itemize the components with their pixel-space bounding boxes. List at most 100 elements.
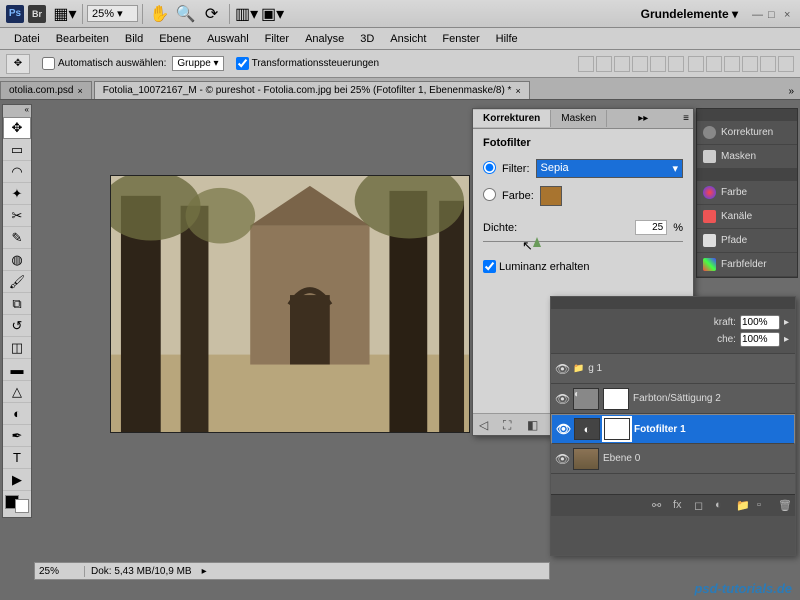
toolbox-collapse-icon[interactable]: « <box>3 105 31 117</box>
path-select-tool[interactable]: ▶ <box>3 469 31 491</box>
dock-farbfelder[interactable]: Farbfelder <box>697 253 797 277</box>
adjustment-layer-icon[interactable]: ◐ <box>715 499 728 512</box>
arrange-docs-icon[interactable]: ▥▾ <box>236 4 258 24</box>
menu-fenster[interactable]: Fenster <box>434 33 487 45</box>
tabs-overflow-icon[interactable]: » <box>782 84 800 99</box>
color-swatches[interactable] <box>5 495 29 513</box>
link-layers-icon[interactable]: ⚯ <box>652 499 665 512</box>
visibility-toggle-icon[interactable]: 👁 <box>555 362 569 376</box>
panel-menu-icon[interactable]: ≡ <box>679 113 693 124</box>
align-icon[interactable] <box>578 56 594 72</box>
layer-thumb[interactable] <box>573 448 599 470</box>
layer-fx-icon[interactable]: fx <box>673 499 686 512</box>
fill-stepper-icon[interactable]: ▸ <box>784 334 789 345</box>
expand-view-icon[interactable]: ⛶ <box>503 418 517 432</box>
align-icon[interactable] <box>632 56 648 72</box>
close-tab-icon[interactable]: × <box>77 86 82 96</box>
magic-wand-tool[interactable]: ✦ <box>3 183 31 205</box>
zoom-select[interactable]: 25% ▾ <box>87 5 138 22</box>
layout-dropdown-icon[interactable]: ▦▾ <box>54 4 76 24</box>
dock-farbe[interactable]: Farbe <box>697 181 797 205</box>
dichte-slider[interactable] <box>483 241 683 242</box>
document-canvas[interactable] <box>110 175 470 433</box>
dock-korrekturen[interactable]: Korrekturen <box>697 121 797 145</box>
blur-tool[interactable]: △ <box>3 381 31 403</box>
pen-tool[interactable]: ✒ <box>3 425 31 447</box>
farbe-radio[interactable] <box>483 188 496 204</box>
color-swatch[interactable] <box>540 186 562 206</box>
opacity-stepper-icon[interactable]: ▸ <box>784 317 789 328</box>
align-icon[interactable] <box>614 56 630 72</box>
panel-collapse-icon[interactable] <box>551 297 795 309</box>
mask-thumb[interactable] <box>603 388 629 410</box>
visibility-toggle-icon[interactable]: 👁 <box>555 392 569 406</box>
menu-ansicht[interactable]: Ansicht <box>382 33 434 45</box>
lasso-tool[interactable]: ◠ <box>3 161 31 183</box>
clip-icon[interactable]: ◧ <box>527 418 541 432</box>
eraser-tool[interactable]: ◫ <box>3 337 31 359</box>
move-tool-indicator[interactable]: ✥ <box>6 54 30 74</box>
tab-korrekturen[interactable]: Korrekturen <box>473 110 551 127</box>
delete-layer-icon[interactable]: 🗑 <box>778 499 791 512</box>
layer-group-row[interactable]: 👁 📁 g 1 <box>551 354 795 384</box>
menu-analyse[interactable]: Analyse <box>297 33 352 45</box>
mask-thumb-selected[interactable] <box>604 418 630 440</box>
document-tab[interactable]: otolia.com.psd× <box>0 81 92 99</box>
maximize-icon[interactable]: □ <box>768 9 778 19</box>
move-tool[interactable]: ✥ <box>3 117 31 139</box>
hand-tool-icon[interactable]: ✋ <box>149 4 171 24</box>
layer-row[interactable]: 👁 Ebene 0 <box>551 444 795 474</box>
type-tool[interactable]: T <box>3 447 31 469</box>
filter-dropdown[interactable]: Sepia▾ <box>536 159 684 178</box>
align-icon[interactable] <box>596 56 612 72</box>
zoom-tool-icon[interactable]: 🔍 <box>175 4 197 24</box>
dock-masken[interactable]: Masken <box>697 145 797 169</box>
gradient-tool[interactable]: ▬ <box>3 359 31 381</box>
menu-auswahl[interactable]: Auswahl <box>199 33 257 45</box>
history-brush-tool[interactable]: ↺ <box>3 315 31 337</box>
align-icon[interactable] <box>650 56 666 72</box>
workspace-switcher[interactable]: Grundelemente ▾ <box>641 7 742 21</box>
layer-row[interactable]: 👁 ◐ Farbton/Sättigung 2 <box>551 384 795 414</box>
opacity-input[interactable] <box>740 315 780 330</box>
info-dropdown-icon[interactable]: ▸ <box>202 566 207 577</box>
ps-icon[interactable]: Ps <box>6 5 24 23</box>
group-icon[interactable]: 📁 <box>736 499 749 512</box>
fill-input[interactable] <box>740 332 780 347</box>
filter-radio[interactable] <box>483 161 496 177</box>
menu-datei[interactable]: Datei <box>6 33 48 45</box>
layer-row-selected[interactable]: 👁 ◐ Fotofilter 1 <box>551 414 795 444</box>
dock-pfade[interactable]: Pfade <box>697 229 797 253</box>
close-icon[interactable]: × <box>784 9 794 19</box>
distribute-icon[interactable] <box>778 56 794 72</box>
align-icon[interactable] <box>668 56 684 72</box>
minimize-icon[interactable]: — <box>752 9 762 19</box>
menu-bearbeiten[interactable]: Bearbeiten <box>48 33 117 45</box>
panel-expand-icon[interactable]: ▸▸ <box>634 113 652 124</box>
tab-masken[interactable]: Masken <box>551 110 607 127</box>
distribute-icon[interactable] <box>742 56 758 72</box>
screen-mode-icon[interactable]: ▣▾ <box>262 4 284 24</box>
healing-brush-tool[interactable]: ◍ <box>3 249 31 271</box>
dock-collapse-icon[interactable] <box>697 109 797 121</box>
crop-tool[interactable]: ✂ <box>3 205 31 227</box>
background-color[interactable] <box>15 499 29 513</box>
dichte-input[interactable] <box>635 220 667 235</box>
eyedropper-tool[interactable]: ✎ <box>3 227 31 249</box>
document-tab-active[interactable]: Fotolia_10072167_M - © pureshot - Fotoli… <box>94 81 530 99</box>
clone-stamp-tool[interactable]: ⧉ <box>3 293 31 315</box>
auto-select-checkbox[interactable]: Automatisch auswählen: <box>42 57 166 70</box>
luminanz-checkbox[interactable]: Luminanz erhalten <box>483 260 590 273</box>
rotate-view-icon[interactable]: ⟳ <box>201 4 223 24</box>
layer-mask-icon[interactable]: ◻ <box>694 499 707 512</box>
close-tab-icon[interactable]: × <box>515 86 520 96</box>
menu-3d[interactable]: 3D <box>352 33 382 45</box>
zoom-field[interactable]: 25% <box>35 566 85 577</box>
distribute-icon[interactable] <box>724 56 740 72</box>
visibility-toggle-icon[interactable]: 👁 <box>556 422 570 436</box>
brush-tool[interactable]: 🖌 <box>3 271 31 293</box>
marquee-tool[interactable]: ▭ <box>3 139 31 161</box>
auto-select-type[interactable]: Gruppe ▾ <box>172 56 223 71</box>
distribute-icon[interactable] <box>760 56 776 72</box>
menu-bild[interactable]: Bild <box>117 33 151 45</box>
